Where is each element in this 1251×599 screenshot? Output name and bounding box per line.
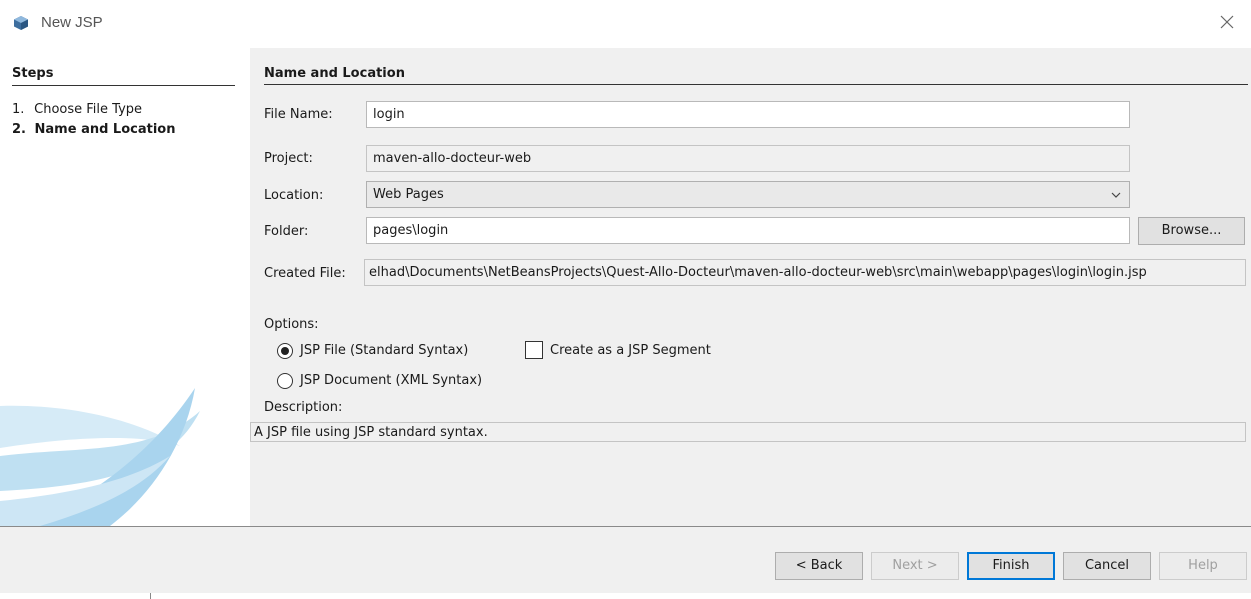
help-button[interactable]: Help [1159,552,1247,580]
chevron-down-icon [1111,192,1121,198]
file-name-input[interactable]: login [366,101,1130,128]
jsp-document-radio[interactable] [277,373,293,389]
cancel-button[interactable]: Cancel [1063,552,1151,580]
project-field: maven-allo-docteur-web [366,145,1130,172]
folder-label: Folder: [264,224,309,239]
options-label: Options: [264,317,319,332]
step-number: 2. [12,122,26,137]
steps-panel: Steps 1. Choose File Type 2. Name and Lo… [0,48,250,526]
step-item-name-and-location: 2. Name and Location [12,122,175,137]
back-button[interactable]: < Back [775,552,863,580]
description-box: A JSP file using JSP standard syntax. [250,422,1246,442]
created-file-label: Created File: [264,266,346,281]
step-item-choose-file-type: 1. Choose File Type [12,102,142,117]
folder-input[interactable]: pages\login [366,217,1130,244]
netbeans-cube-icon [14,16,28,30]
steps-divider [12,85,235,86]
name-and-location-panel: Name and Location File Name: login Proje… [250,48,1251,526]
button-bar: < Back Next > Finish Cancel Help [0,527,1251,593]
location-label: Location: [264,188,324,203]
finish-button[interactable]: Finish [967,552,1055,580]
steps-heading: Steps [12,66,54,81]
section-divider [264,84,1248,85]
location-selected-value: Web Pages [373,187,444,202]
underlying-window-edge [0,593,1251,599]
browse-button[interactable]: Browse... [1138,217,1245,245]
background-tab-strip [150,593,610,599]
new-jsp-dialog: New JSP Steps 1. Choose File Type 2. Nam… [0,0,1251,599]
jsp-document-radio-label[interactable]: JSP Document (XML Syntax) [300,373,482,388]
window-title: New JSP [41,14,103,31]
close-icon[interactable] [1217,12,1237,32]
location-select[interactable]: Web Pages [366,181,1130,208]
step-label: Choose File Type [34,102,143,117]
decorative-swoosh-graphic [0,388,200,526]
section-title: Name and Location [264,66,405,81]
description-label: Description: [264,400,343,415]
title-bar: New JSP [0,0,1251,48]
jsp-segment-checkbox-label[interactable]: Create as a JSP Segment [550,343,711,358]
file-name-label: File Name: [264,107,333,122]
jsp-file-radio[interactable] [277,343,293,359]
jsp-file-radio-label[interactable]: JSP File (Standard Syntax) [300,343,468,358]
next-button[interactable]: Next > [871,552,959,580]
step-label: Name and Location [34,122,176,137]
created-file-field: elhad\Documents\NetBeansProjects\Quest-A… [364,259,1246,286]
jsp-segment-checkbox[interactable] [525,341,543,359]
step-number: 1. [12,102,25,117]
project-label: Project: [264,151,313,166]
